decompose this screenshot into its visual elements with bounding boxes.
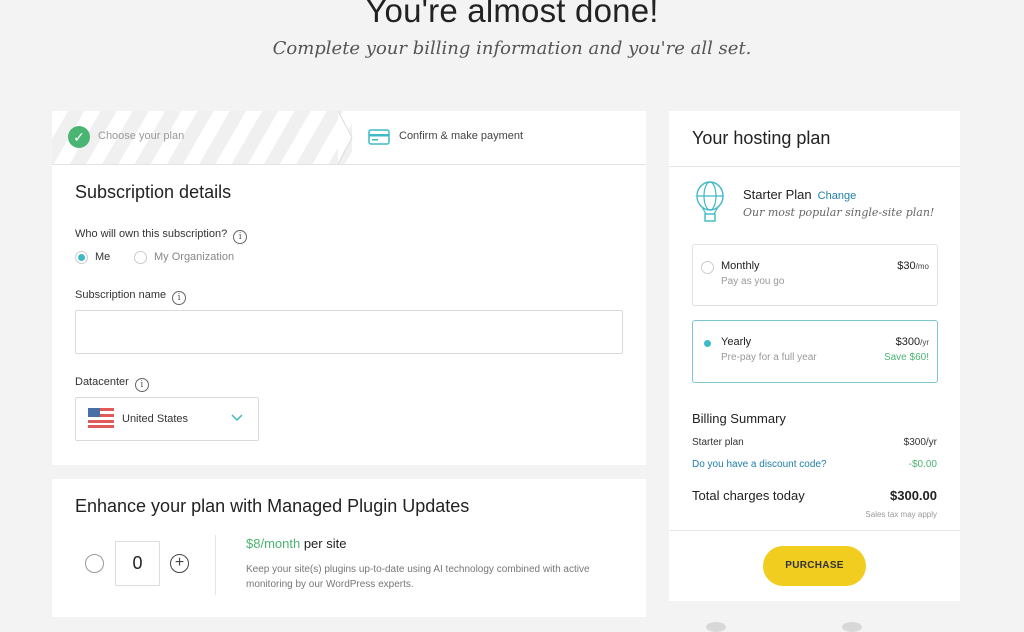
purchase-button[interactable]: PURCHASE <box>763 546 866 586</box>
managed-plugin-updates-card: Enhance your plan with Managed Plugin Up… <box>52 479 646 617</box>
monthly-price-unit: /mo <box>915 262 929 271</box>
hosting-plan-header: Your hosting plan <box>669 111 960 167</box>
check-icon: ✓ <box>68 126 90 148</box>
owner-label: Who will own this subscription? i <box>75 228 248 244</box>
step-choose-plan[interactable]: ✓ Choose your plan <box>52 111 352 164</box>
monthly-detail: Pay as you go <box>721 276 785 287</box>
total-amount: $300.00 <box>890 488 937 503</box>
plus-icon[interactable]: + <box>170 554 189 573</box>
yearly-price: $300/yr <box>896 336 929 348</box>
plan-tagline: Our most popular single-site plan! <box>743 206 935 219</box>
yearly-detail: Pre-pay for a full year <box>721 352 817 363</box>
info-icon[interactable]: i <box>172 291 187 305</box>
subscription-card: ✓ Choose your plan Confirm & make paymen… <box>52 111 646 465</box>
billing-option-monthly[interactable]: Monthly Pay as you go $30/mo <box>692 244 938 306</box>
summary-plan-amount: $300/yr <box>903 437 937 448</box>
us-flag-icon <box>88 408 114 428</box>
hot-air-balloon-icon <box>696 181 724 222</box>
monthly-label: Monthly <box>721 260 760 272</box>
step-confirm-payment-label: Confirm & make payment <box>399 130 524 142</box>
owner-option-me-label: Me <box>95 251 111 263</box>
yearly-price-amount: $300 <box>895 336 921 348</box>
change-plan-link[interactable]: Change <box>818 190 857 202</box>
plan-name-text: Starter Plan <box>743 187 812 202</box>
credit-card-icon <box>368 129 390 145</box>
owner-label-text: Who will own this subscription? <box>75 228 228 240</box>
monthly-radio[interactable] <box>701 261 714 274</box>
info-icon[interactable]: i <box>233 230 248 244</box>
datacenter-label-text: Datacenter <box>75 376 129 388</box>
yearly-savings: Save $60! <box>883 352 929 363</box>
divider <box>669 530 960 531</box>
subscription-details-title: Subscription details <box>75 182 232 202</box>
subscription-name-label: Subscription name i <box>75 289 187 305</box>
page-heading: You're almost done! <box>365 0 659 29</box>
plugin-description: Keep your site(s) plugins up-to-date usi… <box>246 564 590 590</box>
datacenter-select[interactable]: United States <box>75 397 259 441</box>
hosting-plan-card: Your hosting plan Starter Plan Change Our… <box>669 111 960 601</box>
partial-badge-icon <box>706 622 726 632</box>
monthly-price: $30/mo <box>897 260 929 272</box>
discount-code-link[interactable]: Do you have a discount code? <box>692 459 827 470</box>
billing-option-yearly[interactable]: Yearly Pre-pay for a full year $300/yr S… <box>692 320 938 383</box>
owner-radio-me[interactable] <box>75 251 88 264</box>
owner-option-organization-label: My Organization <box>154 251 235 263</box>
subscription-name-input[interactable] <box>75 310 623 354</box>
divider <box>215 535 216 595</box>
datacenter-label: Datacenter i <box>75 376 149 392</box>
yearly-price-unit: /yr <box>920 338 929 347</box>
monthly-price-amount: $30 <box>897 260 916 272</box>
plan-name: Starter Plan Change <box>743 187 856 202</box>
owner-radio-organization[interactable] <box>134 251 147 264</box>
enhance-title: Enhance your plan with Managed Plugin Up… <box>75 496 470 516</box>
plugin-price: $8/month per site <box>246 536 346 551</box>
discount-amount: -$0.00 <box>908 459 937 470</box>
plugin-price-suffix: per site <box>303 536 347 551</box>
checkout-stepper: ✓ Choose your plan Confirm & make paymen… <box>52 111 646 165</box>
info-icon[interactable]: i <box>134 378 149 392</box>
quantity-field[interactable]: 0 <box>115 541 160 586</box>
step-arrow-icon <box>338 111 353 164</box>
total-label: Total charges today <box>692 488 805 503</box>
yearly-label: Yearly <box>721 336 752 348</box>
page-subheading: Complete your billing information and yo… <box>272 38 752 59</box>
subscription-name-label-text: Subscription name <box>75 289 167 301</box>
hosting-plan-title: Your hosting plan <box>692 128 831 148</box>
plugin-price-amount: $8/month <box>246 536 301 551</box>
summary-plan-label: Starter plan <box>692 437 744 448</box>
plugin-updates-radio[interactable] <box>85 554 104 573</box>
chevron-down-icon <box>231 414 243 422</box>
yearly-radio[interactable] <box>701 337 714 350</box>
billing-summary-title: Billing Summary <box>692 411 786 426</box>
datacenter-value: United States <box>122 413 189 425</box>
step-choose-plan-label: Choose your plan <box>98 130 185 142</box>
partial-badge-icon <box>842 622 862 632</box>
tax-note: Sales tax may apply <box>865 510 937 519</box>
